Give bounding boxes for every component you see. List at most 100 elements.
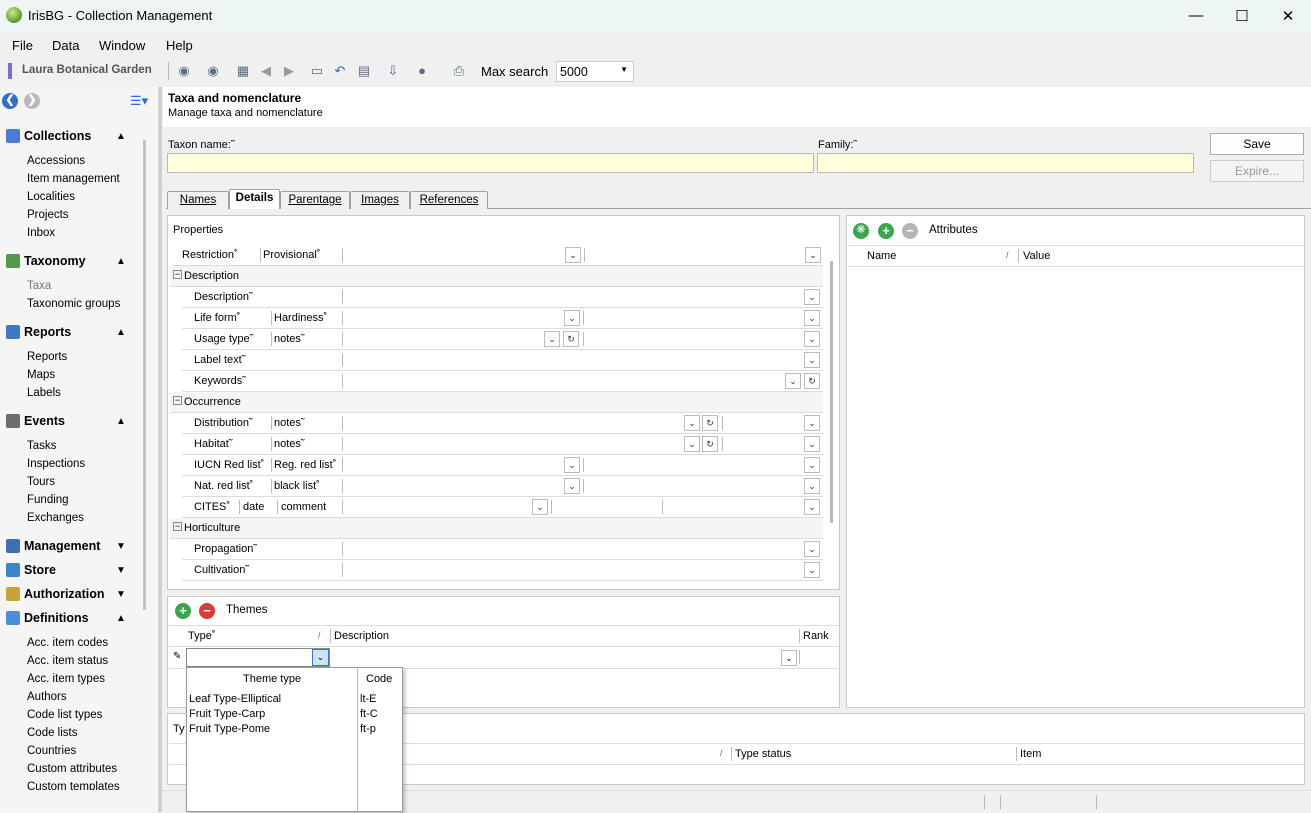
nav-item-acc-item-types[interactable]: Acc. item types: [27, 673, 105, 685]
nav-menu-icon[interactable]: ☰▾: [130, 93, 148, 109]
nav-item-acc-item-codes[interactable]: Acc. item codes: [27, 637, 108, 649]
themes-col-rank[interactable]: Rank: [803, 630, 829, 642]
forward-icon[interactable]: ▶: [281, 63, 297, 79]
collapse-icon[interactable]: −: [173, 270, 182, 279]
chevron-down-icon[interactable]: ⌄: [684, 436, 700, 452]
chevron-down-icon[interactable]: ⌄: [804, 457, 820, 473]
themes-col-description[interactable]: Description: [334, 630, 389, 642]
chevron-up-icon[interactable]: ▲: [116, 613, 126, 624]
refresh-icon[interactable]: ↻: [702, 415, 718, 431]
nav-section-management[interactable]: Management: [6, 539, 100, 553]
nav-item-custom-attributes[interactable]: Custom attributes: [27, 763, 117, 775]
nav-item-authors[interactable]: Authors: [27, 691, 67, 703]
nav-back-icon[interactable]: ❮: [2, 93, 18, 109]
minimize-icon[interactable]: —: [1173, 0, 1219, 31]
nav-item-maps[interactable]: Maps: [27, 369, 55, 381]
window-icon[interactable]: ▭: [309, 63, 325, 79]
chevron-down-icon[interactable]: ⌄: [785, 373, 801, 389]
attributes-col-value[interactable]: Value: [1023, 250, 1050, 262]
chevron-down-icon[interactable]: ⌄: [805, 247, 821, 263]
remove-theme-icon[interactable]: −: [199, 603, 215, 619]
chevron-down-icon[interactable]: ⌄: [804, 499, 820, 515]
nav-item-projects[interactable]: Projects: [27, 209, 69, 221]
chevron-down-icon[interactable]: ⌄: [804, 541, 820, 557]
back-icon[interactable]: ◀: [258, 63, 274, 79]
theme-type-select[interactable]: [186, 648, 330, 667]
chevron-down-icon[interactable]: ▼: [116, 565, 126, 576]
nav-item-reports[interactable]: Reports: [27, 351, 67, 363]
attributes-col-name[interactable]: Name: [867, 250, 896, 262]
tab-parentage[interactable]: Parentage: [280, 191, 350, 209]
chevron-down-icon[interactable]: ⌄: [804, 436, 820, 452]
nav-section-store[interactable]: Store: [6, 563, 56, 577]
nav-item-custom-templates[interactable]: Custom templates: [27, 781, 120, 790]
chevron-down-icon[interactable]: ⌄: [565, 247, 581, 263]
maximize-icon[interactable]: ☐: [1219, 0, 1265, 31]
add-icon[interactable]: +: [878, 223, 894, 239]
menu-data[interactable]: Data: [52, 38, 79, 53]
nav-item-exchanges[interactable]: Exchanges: [27, 512, 84, 524]
pane-splitter[interactable]: [158, 87, 162, 812]
chevron-down-icon[interactable]: ▼: [116, 589, 126, 600]
nav-item-accessions[interactable]: Accessions: [27, 155, 85, 167]
add-theme-icon[interactable]: +: [175, 603, 191, 619]
export-icon[interactable]: ⇩: [385, 63, 401, 79]
themes-col-type[interactable]: Type˚: [188, 630, 216, 642]
chevron-down-icon[interactable]: ⌄: [804, 415, 820, 431]
nav-item-labels[interactable]: Labels: [27, 387, 61, 399]
collapse-icon[interactable]: −: [173, 522, 182, 531]
nav-section-definitions[interactable]: Definitions: [6, 611, 89, 625]
dropdown-option[interactable]: Fruit Type-Pome ft-p: [187, 723, 402, 738]
binoculars-icon[interactable]: ◉: [176, 63, 192, 79]
chevron-up-icon[interactable]: ▲: [116, 256, 126, 267]
properties-scrollbar[interactable]: [830, 261, 833, 523]
grid-icon[interactable]: ▦: [235, 63, 251, 79]
tab-names[interactable]: Names: [167, 191, 229, 209]
tab-details[interactable]: Details: [229, 189, 280, 209]
max-search-select[interactable]: 5000 ▼: [556, 61, 634, 82]
remove-icon[interactable]: −: [902, 223, 918, 239]
nav-scrollbar[interactable]: [143, 140, 146, 610]
family-input[interactable]: [817, 153, 1194, 173]
chevron-down-icon[interactable]: ⌄: [564, 457, 580, 473]
nav-section-collections[interactable]: Collections: [6, 129, 91, 143]
nav-item-taxonomic-groups[interactable]: Taxonomic groups: [27, 298, 120, 310]
nav-item-localities[interactable]: Localities: [27, 191, 75, 203]
refresh-icon[interactable]: ↻: [702, 436, 718, 452]
refresh-icon[interactable]: ↻: [804, 373, 820, 389]
nav-item-taxa[interactable]: Taxa: [27, 280, 51, 292]
nav-section-taxonomy[interactable]: Taxonomy: [6, 254, 86, 268]
refresh-icon[interactable]: ↻: [563, 331, 579, 347]
section-horticulture[interactable]: − Horticulture: [170, 518, 823, 539]
nav-item-tasks[interactable]: Tasks: [27, 440, 56, 452]
chevron-down-icon[interactable]: ⌄: [804, 562, 820, 578]
chevron-down-icon[interactable]: ⌄: [544, 331, 560, 347]
close-icon[interactable]: ✕: [1265, 0, 1311, 31]
chevron-up-icon[interactable]: ▲: [116, 131, 126, 142]
nav-item-item-management[interactable]: Item management: [27, 173, 120, 185]
menu-help[interactable]: Help: [166, 38, 193, 53]
nav-section-events[interactable]: Events: [6, 414, 65, 428]
menu-file[interactable]: File: [12, 38, 33, 53]
section-occurrence[interactable]: − Occurrence: [170, 392, 823, 413]
section-description[interactable]: − Description: [170, 266, 823, 287]
chevron-down-icon[interactable]: ⌄: [564, 478, 580, 494]
nav-item-tours[interactable]: Tours: [27, 476, 55, 488]
tab-references[interactable]: References: [410, 191, 488, 209]
bottom-col-type-status[interactable]: Type status: [735, 748, 791, 760]
chevron-down-icon[interactable]: ⌄: [781, 650, 797, 666]
collapse-icon[interactable]: −: [173, 396, 182, 405]
taxon-name-input[interactable]: [167, 153, 814, 173]
save-button[interactable]: Save: [1210, 133, 1304, 155]
undo-icon[interactable]: ↶: [332, 63, 348, 79]
garden-name[interactable]: Laura Botanical Garden: [22, 64, 152, 76]
chevron-down-icon[interactable]: ⌄: [312, 649, 329, 666]
tab-images[interactable]: Images: [350, 191, 410, 209]
chevron-down-icon[interactable]: ▼: [116, 541, 126, 552]
dropdown-option[interactable]: Leaf Type-Elliptical lt-E: [187, 693, 402, 708]
nav-item-code-list-types[interactable]: Code list types: [27, 709, 102, 721]
nav-section-reports[interactable]: Reports: [6, 325, 71, 339]
nav-item-code-lists[interactable]: Code lists: [27, 727, 78, 739]
nav-item-countries[interactable]: Countries: [27, 745, 76, 757]
chevron-down-icon[interactable]: ⌄: [684, 415, 700, 431]
